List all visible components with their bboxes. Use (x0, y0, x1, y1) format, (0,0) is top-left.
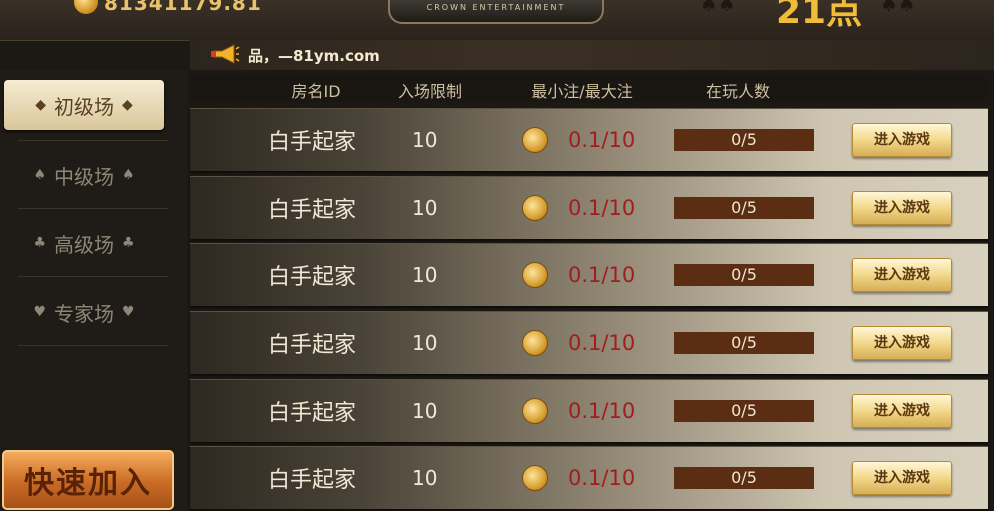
enter-game-cell: 进入游戏 (852, 109, 952, 171)
heart-suit-icon: ♥ (122, 304, 135, 320)
coin-icon (522, 244, 548, 306)
entry-limit: 10 (412, 196, 438, 220)
room-name: 白手起家 (268, 130, 357, 155)
logo-text: CROWN ENTERTAINMENT (426, 3, 566, 12)
divider (18, 345, 168, 346)
room-name: 白手起家 (268, 333, 357, 358)
sidebar-item-label: 中级场 (54, 164, 114, 189)
divider (18, 140, 168, 141)
bet-range: 0.1/10 (568, 466, 636, 490)
player-count: 0/5 (674, 109, 814, 171)
player-count: 0/5 (674, 447, 814, 509)
divider (18, 208, 168, 209)
sidebar-item-advanced[interactable]: ♣ 高级场 ♣ (4, 218, 164, 268)
player-count: 0/5 (674, 312, 814, 374)
column-header-entry-limit: 入场限制 (397, 82, 462, 101)
sidebar-item-label: 专家场 (54, 301, 114, 326)
column-header-bet-range: 最小注/最大注 (531, 82, 633, 101)
table-row: 白手起家 10 0.1/10 0/5 进入游戏 (190, 176, 988, 239)
entry-limit: 10 (412, 128, 438, 152)
sidebar-item-label: 高级场 (54, 232, 114, 257)
room-name: 白手起家 (268, 198, 357, 223)
table-row: 白手起家 10 0.1/10 0/5 进入游戏 (190, 446, 988, 509)
spade-suit-icon: ♠ (122, 167, 135, 183)
player-count: 0/5 (674, 244, 814, 306)
bet-range: 0.1/10 (568, 128, 636, 152)
coin-icon (522, 447, 548, 509)
player-count-bar: 0/5 (674, 467, 814, 489)
coin-icon (522, 177, 548, 239)
player-count: 0/5 (674, 380, 814, 442)
player-count: 0/5 (674, 177, 814, 239)
player-count-bar: 0/5 (674, 332, 814, 354)
bet-range: 0.1/10 (568, 263, 636, 287)
coin-icon (522, 380, 548, 442)
enter-game-cell: 进入游戏 (852, 244, 952, 306)
bet-range: 0.1/10 (568, 196, 636, 220)
club-suit-icon: ♣ (122, 235, 135, 251)
column-header-players: 在玩人数 (705, 82, 770, 101)
spade-suits-icon: ♠♠ (700, 0, 736, 16)
table-row: 白手起家 10 0.1/10 0/5 进入游戏 (190, 379, 988, 442)
enter-game-cell: 进入游戏 (852, 312, 952, 374)
player-count-bar: 0/5 (674, 400, 814, 422)
bet-range: 0.1/10 (568, 331, 636, 355)
spade-suits-icon-right: ♠♠ (880, 0, 916, 16)
spade-suit-icon: ♠ (33, 167, 46, 183)
sidebar-item-intermediate[interactable]: ♠ 中级场 ♠ (4, 150, 164, 200)
player-count-bar: 0/5 (674, 197, 814, 219)
diamond-suit-icon: ◆ (35, 97, 46, 113)
column-header-room-id: 房名ID (291, 82, 341, 101)
balance-display: 81341179.81 (104, 0, 262, 15)
enter-game-button[interactable]: 进入游戏 (852, 191, 952, 225)
coin-icon (522, 312, 548, 374)
notice-text: 品，—81ym.com (248, 47, 380, 65)
heart-suit-icon: ♥ (33, 304, 46, 320)
player-count-bar: 0/5 (674, 129, 814, 151)
table-row: 白手起家 10 0.1/10 0/5 进入游戏 (190, 108, 988, 171)
room-name: 白手起家 (268, 401, 357, 426)
table-row: 白手起家 10 0.1/10 0/5 进入游戏 (190, 243, 988, 306)
coin-icon (522, 109, 548, 171)
room-name: 白手起家 (268, 468, 357, 493)
entry-limit: 10 (412, 466, 438, 490)
sidebar-item-beginner[interactable]: ◆ 初级场 ◆ (4, 80, 164, 130)
enter-game-cell: 进入游戏 (852, 380, 952, 442)
enter-game-button[interactable]: 进入游戏 (852, 326, 952, 360)
club-suit-icon: ♣ (33, 235, 46, 251)
entry-limit: 10 (412, 399, 438, 423)
quick-join-button[interactable]: 快速加入 (2, 450, 174, 510)
bet-range: 0.1/10 (568, 399, 636, 423)
room-name: 白手起家 (268, 265, 357, 290)
game-title: 21点 (776, 0, 863, 32)
table-row: 白手起家 10 0.1/10 0/5 进入游戏 (190, 311, 988, 374)
divider (18, 276, 168, 277)
enter-game-button[interactable]: 进入游戏 (852, 258, 952, 292)
enter-game-button[interactable]: 进入游戏 (852, 123, 952, 157)
crown-logo: CROWN ENTERTAINMENT (388, 0, 604, 24)
sidebar-item-label: 初级场 (54, 94, 114, 119)
enter-game-cell: 进入游戏 (852, 447, 952, 509)
diamond-suit-icon: ◆ (122, 97, 133, 113)
sidebar-item-expert[interactable]: ♥ 专家场 ♥ (4, 287, 164, 337)
entry-limit: 10 (412, 331, 438, 355)
enter-game-button[interactable]: 进入游戏 (852, 461, 952, 495)
entry-limit: 10 (412, 263, 438, 287)
enter-game-button[interactable]: 进入游戏 (852, 394, 952, 428)
enter-game-cell: 进入游戏 (852, 177, 952, 239)
megaphone-icon (211, 44, 240, 64)
player-count-bar: 0/5 (674, 264, 814, 286)
